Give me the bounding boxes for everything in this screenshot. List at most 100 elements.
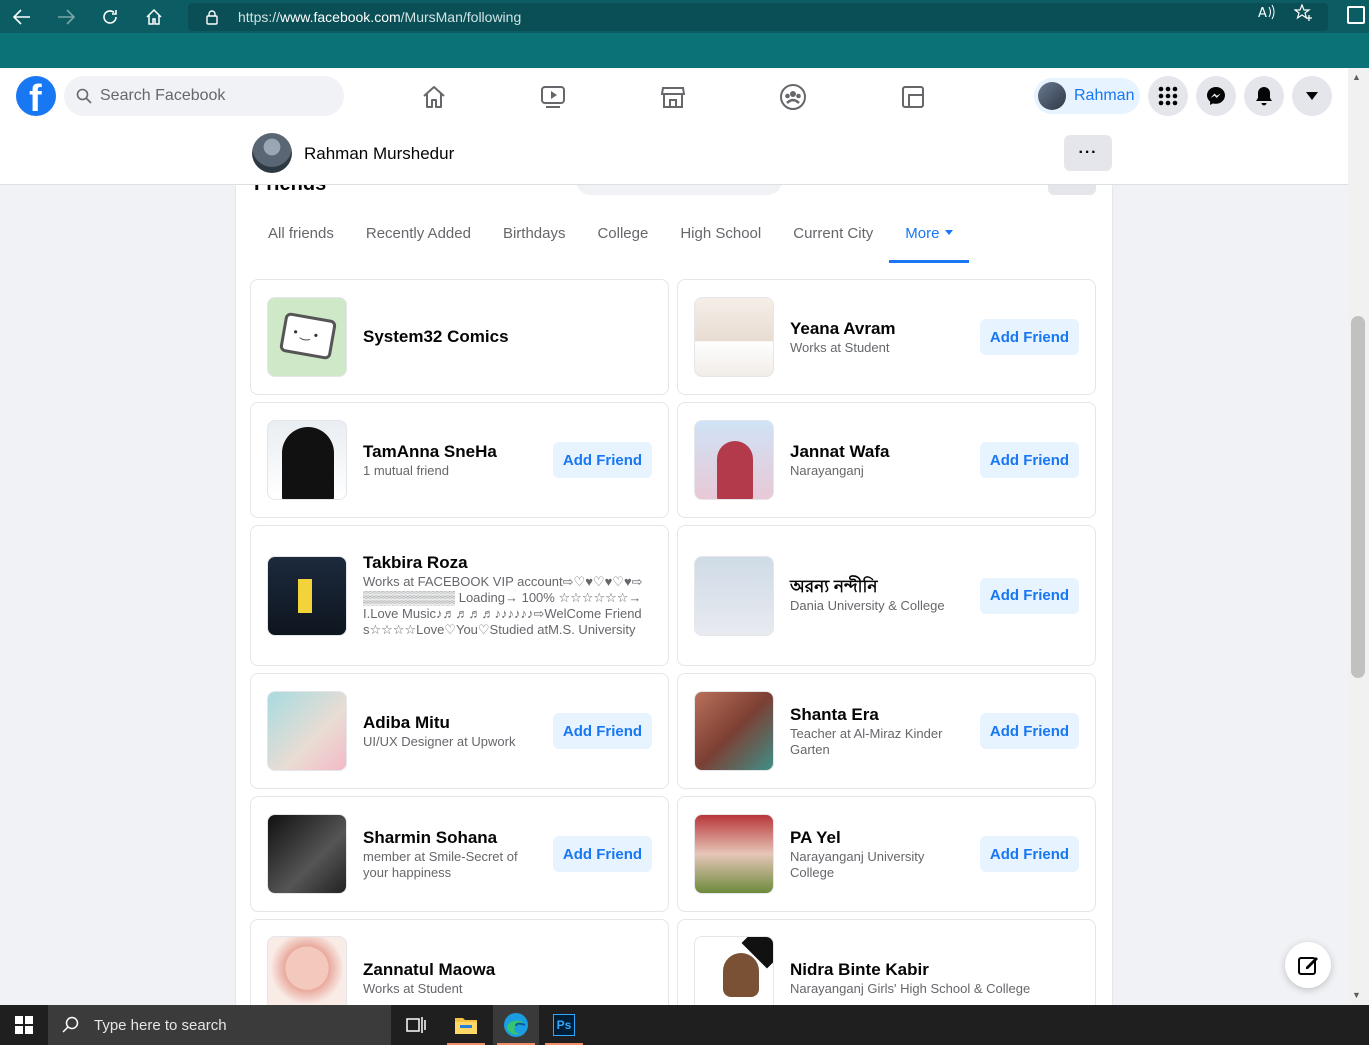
- friend-subtitle: Teacher at Al-Miraz Kinder Garten: [790, 725, 943, 757]
- profile-name[interactable]: Rahman Murshedur: [304, 144, 454, 164]
- windows-taskbar: Type here to search Ps: [0, 1005, 1369, 1045]
- messenger-icon: [1207, 87, 1225, 105]
- forward-button[interactable]: [44, 0, 88, 33]
- friend-card: Shanta Era Teacher at Al-Miraz Kinder Gar…: [677, 673, 1096, 789]
- refresh-icon: [103, 9, 117, 24]
- file-explorer-button[interactable]: [443, 1005, 489, 1045]
- photoshop-label: Ps: [556, 1018, 572, 1032]
- friend-photo[interactable]: [267, 297, 347, 377]
- friend-photo[interactable]: [694, 936, 774, 1016]
- window-icon[interactable]: [1347, 6, 1365, 24]
- friend-name[interactable]: Shanta Era: [790, 705, 968, 725]
- refresh-button[interactable]: [88, 0, 132, 33]
- tab-college[interactable]: College: [581, 211, 664, 263]
- address-bar[interactable]: https://www.facebook.com/MursMan/followi…: [188, 3, 1328, 31]
- tab-more[interactable]: More: [889, 211, 970, 263]
- new-message-button[interactable]: [1285, 942, 1331, 988]
- video-play-icon: [541, 85, 565, 108]
- friend-name[interactable]: অরন্য নন্দীনি: [790, 577, 968, 597]
- photoshop-button[interactable]: Ps: [541, 1005, 587, 1045]
- scroll-thumb[interactable]: [1351, 316, 1365, 678]
- back-arrow-icon: [13, 8, 30, 25]
- account-button[interactable]: [1292, 76, 1332, 116]
- more-dots-icon: ···: [1078, 144, 1098, 161]
- tab-all-friends[interactable]: All friends: [252, 211, 350, 263]
- grid-menu-icon: [1158, 86, 1178, 106]
- nav-home-tab[interactable]: [378, 68, 490, 125]
- scroll-up-icon[interactable]: ▲: [1352, 72, 1361, 82]
- friend-name[interactable]: System32 Comics: [363, 327, 652, 347]
- tab-recently-added[interactable]: Recently Added: [350, 211, 487, 263]
- add-friend-button[interactable]: Add Friend: [980, 319, 1079, 355]
- friend-name[interactable]: Adiba Mitu: [363, 713, 541, 733]
- facebook-search-box[interactable]: [64, 76, 344, 116]
- avatar[interactable]: [252, 133, 292, 173]
- home-button[interactable]: [132, 0, 176, 33]
- profile-more-button[interactable]: ···: [1064, 135, 1112, 171]
- compose-edit-icon: [1298, 957, 1318, 975]
- notifications-button[interactable]: [1244, 76, 1284, 116]
- url-text[interactable]: https://www.facebook.com/MursMan/followi…: [238, 9, 521, 25]
- messenger-button[interactable]: [1196, 76, 1236, 116]
- friend-name[interactable]: Jannat Wafa: [790, 442, 968, 462]
- home-icon: [423, 85, 445, 108]
- profile-chip[interactable]: Rahman: [1034, 78, 1140, 114]
- scroll-down-icon[interactable]: ▼: [1352, 990, 1361, 1000]
- add-friend-button[interactable]: Add Friend: [980, 577, 1079, 614]
- search-input[interactable]: [100, 87, 320, 105]
- task-view-button[interactable]: [393, 1005, 439, 1045]
- friend-photo[interactable]: [694, 691, 774, 771]
- add-friend-button[interactable]: Add Friend: [980, 713, 1079, 749]
- back-button[interactable]: [0, 0, 44, 33]
- friend-name[interactable]: Yeana Avram: [790, 319, 968, 339]
- marketplace-shop-icon: [660, 86, 686, 108]
- friend-name[interactable]: Nidra Binte Kabir: [790, 960, 1079, 980]
- add-friend-button[interactable]: Add Friend: [553, 713, 652, 749]
- profile-chip-name: Rahman: [1074, 87, 1135, 104]
- friend-photo[interactable]: [694, 297, 774, 377]
- friend-photo[interactable]: [267, 691, 347, 771]
- folder-icon: [455, 1018, 477, 1034]
- lock-icon[interactable]: [204, 9, 220, 25]
- friends-section: Friends All friends Recently Added Birth…: [236, 179, 1112, 1035]
- add-friend-button[interactable]: Add Friend: [980, 836, 1079, 872]
- friend-name[interactable]: Takbira Roza: [363, 553, 644, 573]
- add-friend-button[interactable]: Add Friend: [980, 442, 1079, 478]
- friend-photo[interactable]: [694, 420, 774, 500]
- friend-photo[interactable]: [694, 814, 774, 894]
- edge-browser-button[interactable]: [493, 1005, 539, 1045]
- friend-subtitle: Narayanganj Girls' High School & College: [790, 981, 1031, 996]
- facebook-logo-icon[interactable]: f: [16, 76, 56, 120]
- tab-birthdays[interactable]: Birthdays: [487, 211, 582, 263]
- taskbar-search[interactable]: Type here to search: [48, 1005, 391, 1045]
- friend-photo[interactable]: [694, 555, 774, 636]
- friend-photo[interactable]: [267, 420, 347, 500]
- tab-high-school[interactable]: High School: [664, 211, 777, 263]
- menu-button[interactable]: [1148, 76, 1188, 116]
- windows-start-button[interactable]: [0, 1005, 48, 1045]
- friend-card: System32 Comics: [250, 279, 669, 395]
- add-friend-button[interactable]: Add Friend: [553, 442, 652, 478]
- friend-name[interactable]: PA Yel: [790, 828, 968, 848]
- nav-marketplace-tab[interactable]: [617, 68, 729, 125]
- friend-subtitle: Works at Student: [790, 339, 890, 355]
- home-icon: [146, 8, 162, 25]
- nav-groups-tab[interactable]: [737, 68, 849, 125]
- read-aloud-icon[interactable]: A: [1258, 4, 1276, 20]
- nav-watch-tab[interactable]: [497, 68, 609, 125]
- friend-photo[interactable]: [267, 936, 347, 1016]
- friend-photo[interactable]: [267, 555, 347, 636]
- friend-name[interactable]: TamAnna SneHa: [363, 442, 541, 462]
- add-friend-button[interactable]: Add Friend: [553, 836, 652, 872]
- nav-gaming-tab[interactable]: [857, 68, 969, 125]
- friend-card: Yeana Avram Works at Student Add Friend: [677, 279, 1096, 395]
- favorites-star-icon[interactable]: [1294, 4, 1314, 22]
- bell-icon: [1256, 87, 1272, 106]
- friend-card: Adiba Mitu UI/UX Designer at Upwork Add F…: [250, 673, 669, 789]
- forward-arrow-icon: [58, 8, 75, 25]
- tab-current-city[interactable]: Current City: [777, 211, 889, 263]
- friend-subtitle: Dania University & College: [790, 598, 945, 613]
- friend-name[interactable]: Sharmin Sohana: [363, 828, 541, 848]
- friend-photo[interactable]: [267, 814, 347, 894]
- friend-name[interactable]: Zannatul Maowa: [363, 960, 652, 980]
